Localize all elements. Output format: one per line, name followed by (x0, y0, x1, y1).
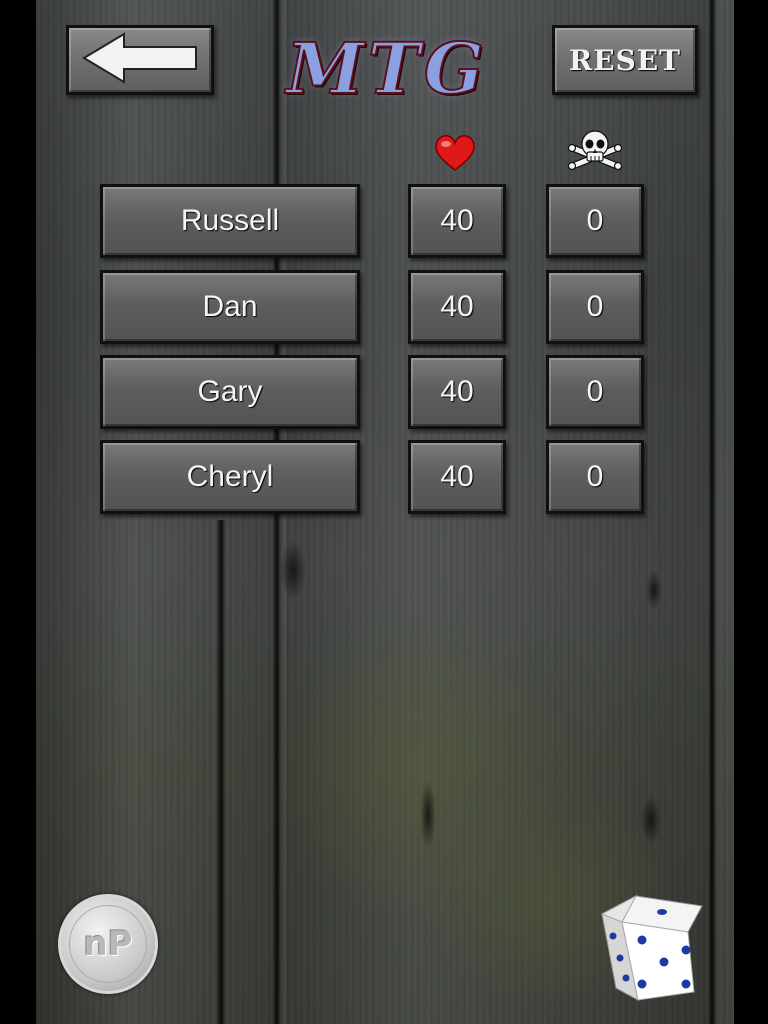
player-name-button[interactable]: Gary (100, 355, 360, 429)
poison-counter[interactable]: 0 (546, 355, 644, 429)
wood-background: MTG RESET Russell 40 0 Dan 40 0 Gary 40 … (36, 0, 734, 1024)
player-name-button[interactable]: Dan (100, 270, 360, 344)
plank-gap (708, 0, 716, 1024)
life-counter[interactable]: 40 (408, 440, 506, 514)
heart-icon (434, 134, 476, 172)
plank-gap (216, 520, 226, 1024)
app-title: MTG (285, 27, 488, 111)
poison-counter[interactable]: 0 (546, 184, 644, 258)
dice-icon[interactable] (598, 892, 706, 1004)
np-logo-text: nP (69, 905, 147, 983)
wood-knot (641, 795, 661, 845)
player-name-button[interactable]: Russell (100, 184, 360, 258)
wood-knot (420, 780, 436, 850)
left-arrow-icon (80, 30, 200, 91)
skull-crossbones-icon (566, 128, 624, 172)
life-counter[interactable]: 40 (408, 184, 506, 258)
reset-button[interactable]: RESET (552, 25, 698, 95)
life-counter[interactable]: 40 (408, 355, 506, 429)
player-name-button[interactable]: Cheryl (100, 440, 360, 514)
poison-counter[interactable]: 0 (546, 440, 644, 514)
life-counter[interactable]: 40 (408, 270, 506, 344)
wood-knot (646, 570, 662, 610)
back-button[interactable] (66, 25, 214, 95)
wood-knot (280, 540, 306, 600)
np-logo-badge[interactable]: nP (58, 894, 158, 994)
poison-counter[interactable]: 0 (546, 270, 644, 344)
